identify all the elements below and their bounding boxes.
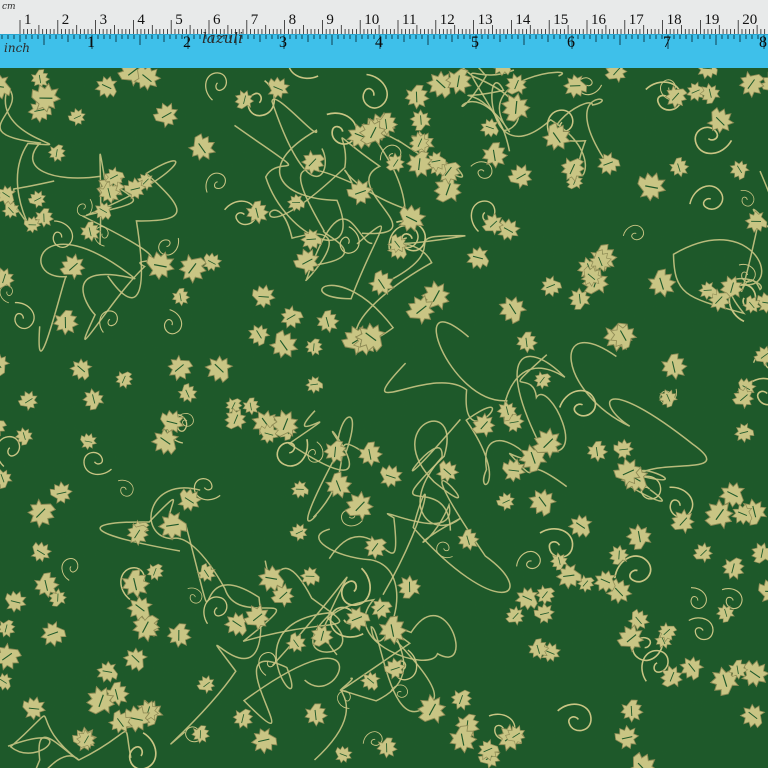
inch-number: 8	[759, 34, 767, 51]
cm-number: 6	[213, 12, 221, 28]
cm-number: 2	[61, 12, 70, 28]
inch-number: 7	[663, 34, 671, 51]
cm-number: 9	[326, 12, 334, 28]
inch-ruler: inch lazuli	[0, 29, 768, 69]
holly-vine-pattern	[0, 68, 768, 768]
inch-number: 1	[87, 34, 95, 51]
cm-number: 15	[553, 12, 569, 28]
cm-number: 14	[515, 12, 531, 28]
inch-number: 6	[567, 34, 575, 51]
cm-number: 19	[704, 12, 720, 28]
inch-number: 5	[471, 34, 479, 51]
cm-unit-label: cm	[2, 2, 16, 12]
inch-number: 4	[375, 34, 383, 51]
cm-number: 17	[628, 12, 644, 28]
cm-ruler: cm	[0, 0, 768, 35]
cm-number: 7	[250, 12, 259, 28]
cm-number: 4	[137, 12, 145, 28]
inch-unit-label: inch	[4, 41, 31, 55]
cm-number: 1	[24, 12, 32, 28]
cm-number: 16	[591, 12, 606, 28]
cm-number: 18	[666, 12, 682, 28]
cm-number: 10	[364, 12, 380, 28]
fabric-pattern	[0, 68, 768, 768]
cm-number: 13	[477, 12, 493, 28]
brand-handwriting: lazuli	[202, 29, 243, 47]
cm-number: 11	[402, 12, 417, 28]
scanned-fabric-swatch: cm inch lazuli 1 2 3 4 5 6 7 8 9 10 11 1…	[0, 0, 768, 768]
inch-number: 2	[183, 34, 191, 51]
cm-number: 20	[742, 12, 758, 28]
cm-number: 3	[99, 12, 108, 28]
cm-number: 5	[175, 12, 183, 28]
cm-number: 8	[288, 12, 297, 28]
cm-number: 12	[439, 12, 455, 28]
cm-ruler-ticks	[19, 20, 766, 34]
inch-ruler-ticks	[1, 35, 765, 49]
inch-number: 3	[279, 34, 287, 51]
